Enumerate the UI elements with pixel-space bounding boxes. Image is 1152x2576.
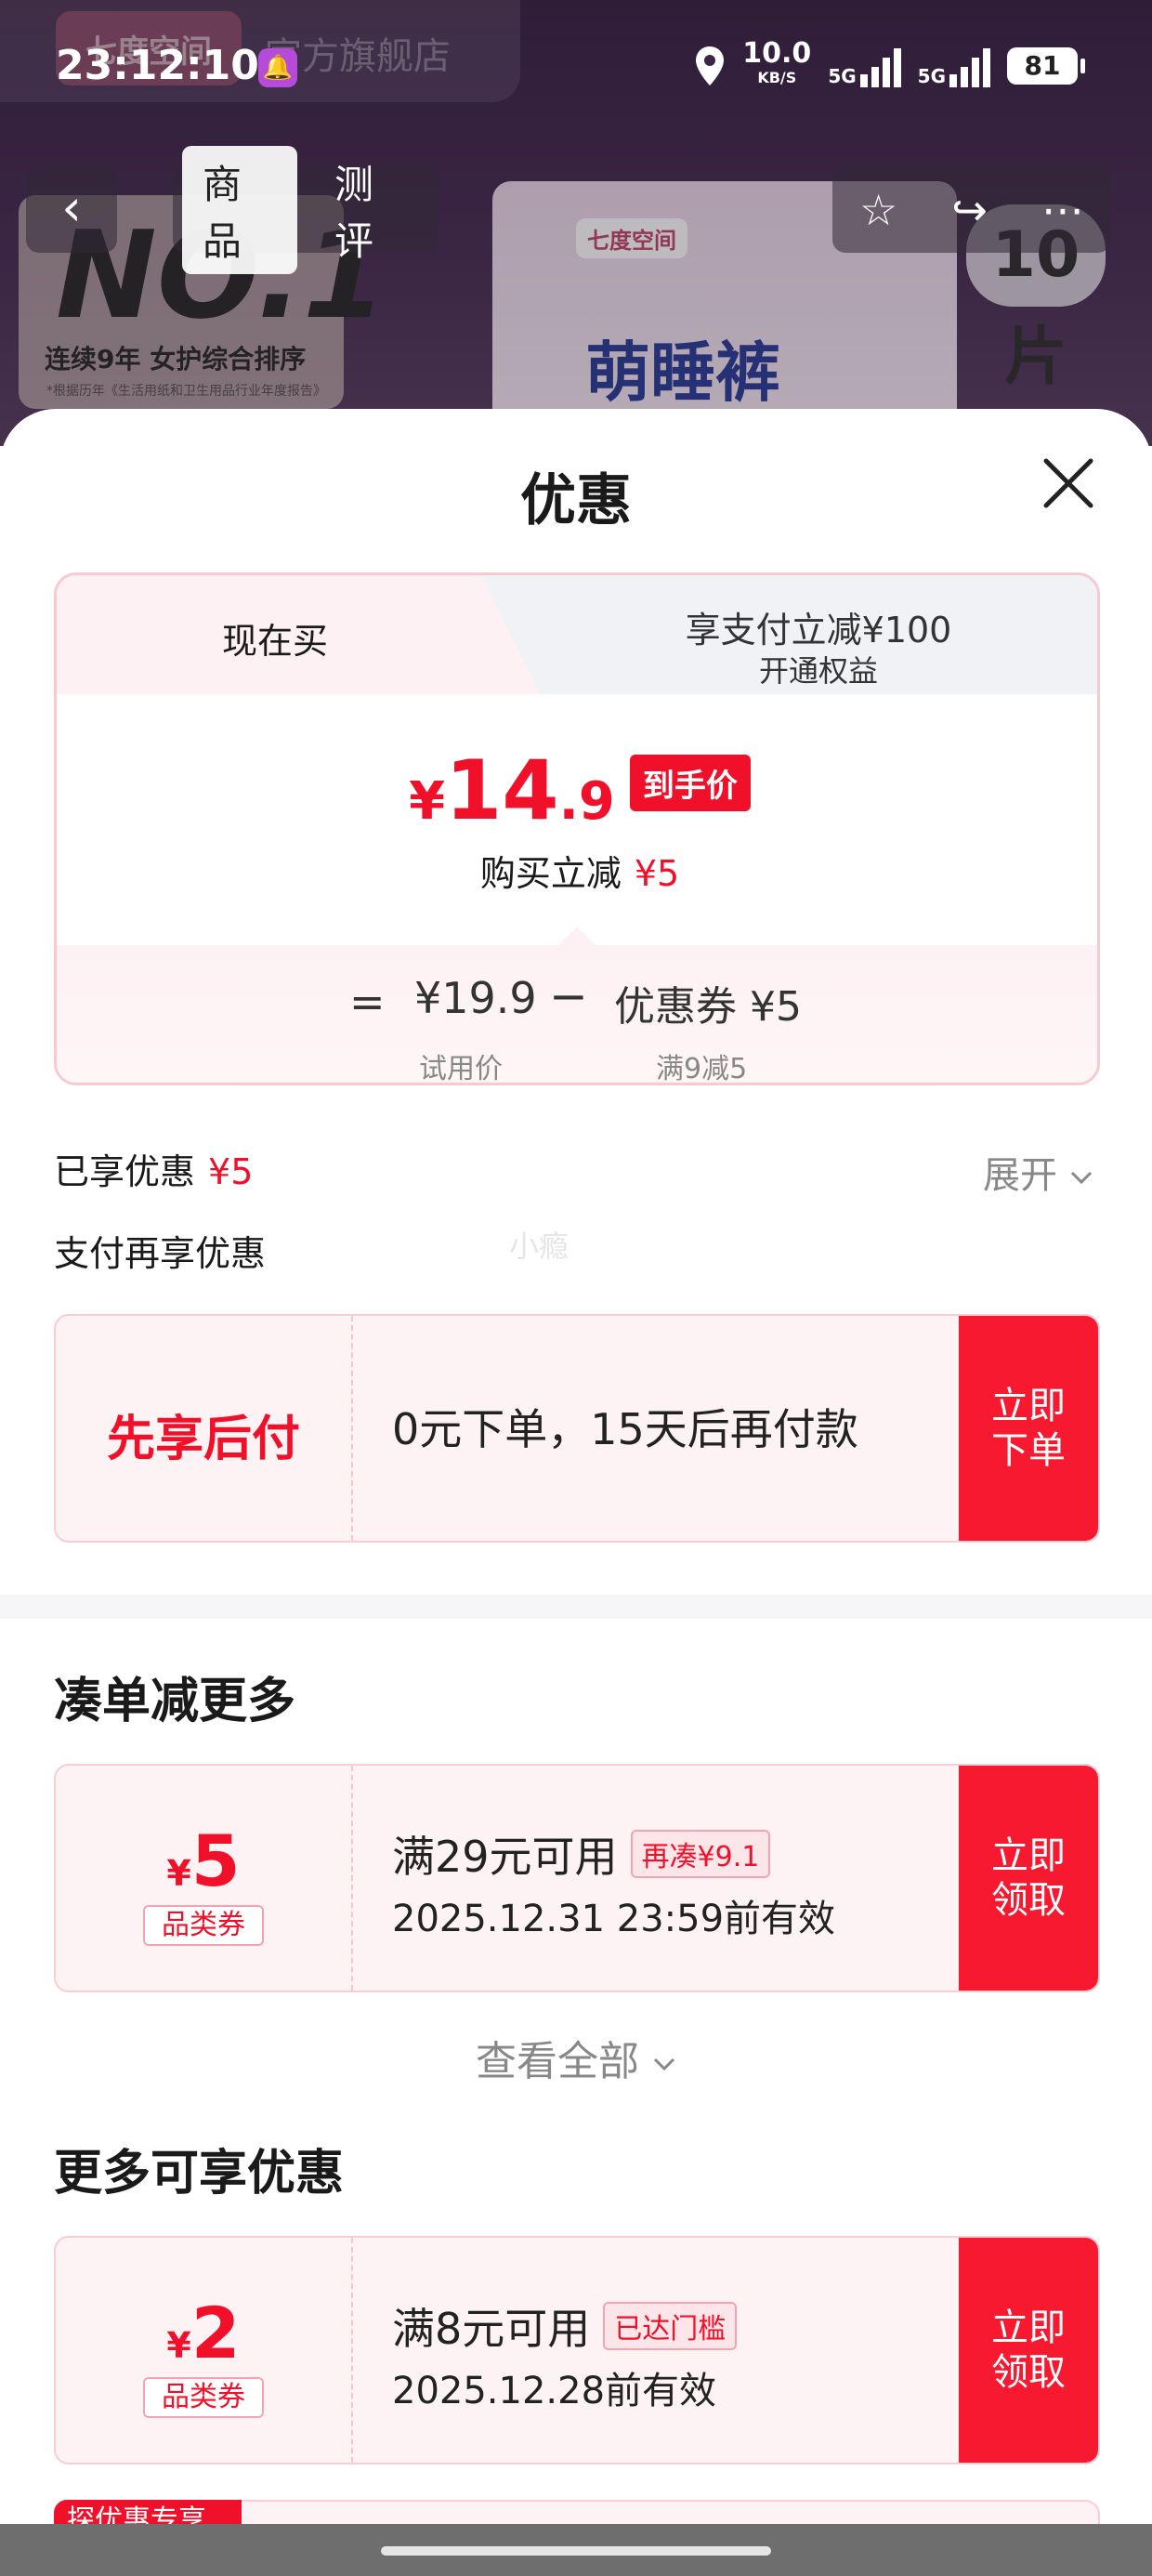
coupon-expiry: 2025.12.31 23:59前有效 bbox=[392, 1898, 836, 1940]
home-handle[interactable] bbox=[381, 2546, 771, 2556]
coupon-type-tag: 品类券 bbox=[143, 2377, 264, 2418]
bnpl-desc: 0元下单，15天后再付款 bbox=[392, 1404, 858, 1454]
status-bar: 23:12:10 🔔 10.0 KB/S 5G 5G 81 bbox=[0, 0, 1152, 130]
reduction-label: 购买立减 bbox=[479, 853, 622, 894]
card-divider bbox=[351, 2238, 353, 2463]
view-all-label: 查看全部 bbox=[476, 2038, 639, 2085]
coupon-type-tag: 品类券 bbox=[143, 1905, 264, 1946]
coupon-condition: 满9减5 bbox=[656, 1053, 748, 1085]
coupon-value: 5 bbox=[190, 1820, 241, 1902]
view-all-button[interactable]: 查看全部 bbox=[0, 2028, 1152, 2087]
price-card: 现在买 享支付立减¥100 开通权益 ¥ 14 .9 到手价 购买立减 ¥5 = … bbox=[54, 572, 1100, 1085]
pay-more-title: 支付再享优惠 bbox=[54, 1233, 267, 1274]
card-divider bbox=[351, 1766, 353, 1991]
coupon-card: ¥5 品类券 满29元可用 再凑¥9.1 2025.12.31 23:59前有效… bbox=[54, 1764, 1100, 1992]
nav-actions: ☆ ↪ ⋯ bbox=[832, 167, 1111, 253]
coupon-condition: 满29元可用 再凑¥9.1 bbox=[392, 1823, 771, 1885]
battery-icon: 81 bbox=[1007, 47, 1085, 85]
enjoyed-label: 已享优惠 bbox=[54, 1151, 196, 1192]
watermark: 小瘾 bbox=[509, 1229, 569, 1264]
pointer-notch bbox=[558, 927, 596, 945]
claim-coupon-button[interactable]: 立即 领取 bbox=[959, 1766, 1098, 1991]
tab-product[interactable]: 商品 bbox=[182, 146, 297, 274]
coupon-amount: ¥5 bbox=[56, 1820, 351, 1902]
coupon-currency: ¥ bbox=[166, 1853, 191, 1894]
coupon-condition-text: 满8元可用 bbox=[392, 2304, 591, 2354]
signal-icon: 5G bbox=[828, 45, 901, 87]
section-bundle-title: 凑单减更多 bbox=[54, 1674, 296, 1729]
clock: 23:12:10 bbox=[56, 42, 259, 89]
coupon-condition-tag: 再凑¥9.1 bbox=[630, 1830, 771, 1878]
discount-sheet: 优惠 现在买 享支付立减¥100 开通权益 ¥ 14 .9 到手价 购买立减 ¥5… bbox=[0, 409, 1152, 2576]
expand-label: 展开 bbox=[983, 1154, 1057, 1197]
trial-price-label: 试用价 bbox=[419, 1053, 503, 1085]
claim-coupon-label: 立即 领取 bbox=[991, 2307, 1066, 2394]
claim-coupon-button[interactable]: 立即 领取 bbox=[959, 2238, 1098, 2463]
price-summary: ¥ 14 .9 到手价 购买立减 ¥5 = ¥19.9 试用价 − 优惠券 ¥5 … bbox=[57, 694, 1097, 1085]
tab-pay-discount-sub[interactable]: 开通权益 bbox=[540, 648, 1097, 690]
signal-label-2: 5G bbox=[917, 65, 946, 87]
coupon-condition-tag: 已达门槛 bbox=[603, 2302, 738, 2350]
share-icon[interactable]: ↪ bbox=[951, 185, 988, 235]
tab-reviews[interactable]: 测评 bbox=[314, 146, 429, 274]
back-button[interactable]: ‹ bbox=[26, 167, 117, 253]
location-icon bbox=[696, 46, 725, 85]
price-breakdown: = ¥19.9 试用价 − 优惠券 ¥5 满9减5 bbox=[57, 945, 1097, 1085]
expand-button[interactable]: 展开 bbox=[983, 1145, 1093, 1199]
chevron-down-icon bbox=[653, 2057, 675, 2071]
coupon-condition: 满8元可用 已达门槛 bbox=[392, 2295, 738, 2357]
close-icon[interactable] bbox=[1039, 453, 1098, 513]
coupon-expiry: 2025.12.28前有效 bbox=[392, 2370, 717, 2412]
minus-sign: − bbox=[549, 969, 588, 1023]
price-currency: ¥ bbox=[409, 771, 446, 832]
more-icon[interactable]: ⋯ bbox=[1041, 185, 1084, 235]
product-nav-tabs: 商品 测评 bbox=[173, 146, 439, 274]
star-favorite-icon[interactable]: ☆ bbox=[859, 185, 897, 235]
equals-sign: = bbox=[349, 977, 386, 1027]
enjoyed-value: ¥5 bbox=[208, 1151, 254, 1192]
enjoyed-discount: 已享优惠 ¥5 bbox=[54, 1143, 253, 1194]
coupon-value: 2 bbox=[190, 2292, 241, 2374]
claim-coupon-label: 立即 领取 bbox=[991, 1834, 1066, 1922]
bnpl-title: 先享后付 bbox=[106, 1412, 300, 1467]
chevron-down-icon bbox=[1070, 1171, 1092, 1185]
card-divider bbox=[351, 1316, 353, 1541]
order-now-label: 立即 下单 bbox=[991, 1385, 1066, 1472]
coupon-condition-text: 满29元可用 bbox=[392, 1832, 618, 1882]
reduction-value: ¥5 bbox=[634, 853, 680, 894]
final-price: ¥ 14 .9 到手价 bbox=[57, 743, 1097, 838]
signal-icon-2: 5G bbox=[918, 45, 990, 87]
sheet-title: 优惠 bbox=[520, 468, 632, 533]
tab-buy-now[interactable]: 现在买 bbox=[57, 612, 493, 664]
net-speed-value: 10.0 bbox=[742, 37, 812, 70]
coupon-card: ¥2 品类券 满8元可用 已达门槛 2025.12.28前有效 立即 领取 bbox=[54, 2236, 1100, 2464]
coupon-amount: ¥2 bbox=[56, 2292, 351, 2374]
section-separator bbox=[0, 1595, 1152, 1619]
bell-notification-icon: 🔔 bbox=[258, 48, 297, 87]
tab-pay-discount-title[interactable]: 享支付立减¥100 bbox=[540, 601, 1097, 652]
price-tabs: 现在买 享支付立减¥100 开通权益 bbox=[57, 575, 1097, 694]
final-price-badge: 到手价 bbox=[629, 755, 751, 811]
price-integer: 14 bbox=[445, 743, 559, 838]
trial-price: ¥19.9 bbox=[414, 973, 537, 1023]
status-icons: 10.0 KB/S 5G 5G 81 bbox=[694, 40, 1085, 90]
purchase-reduction: 购买立减 ¥5 bbox=[57, 845, 1097, 896]
section-more-title: 更多可享优惠 bbox=[54, 2146, 345, 2201]
price-decimal: .9 bbox=[558, 771, 615, 832]
bnpl-card: 先享后付 0元下单，15天后再付款 立即 下单 bbox=[54, 1314, 1100, 1543]
gesture-bar bbox=[0, 2524, 1152, 2576]
coupon-deduction: 优惠券 ¥5 bbox=[614, 983, 802, 1031]
signal-label-1: 5G bbox=[828, 65, 857, 87]
net-speed: 10.0 KB/S bbox=[742, 40, 811, 90]
order-now-button[interactable]: 立即 下单 bbox=[959, 1316, 1098, 1541]
coupon-currency: ¥ bbox=[166, 2325, 191, 2366]
